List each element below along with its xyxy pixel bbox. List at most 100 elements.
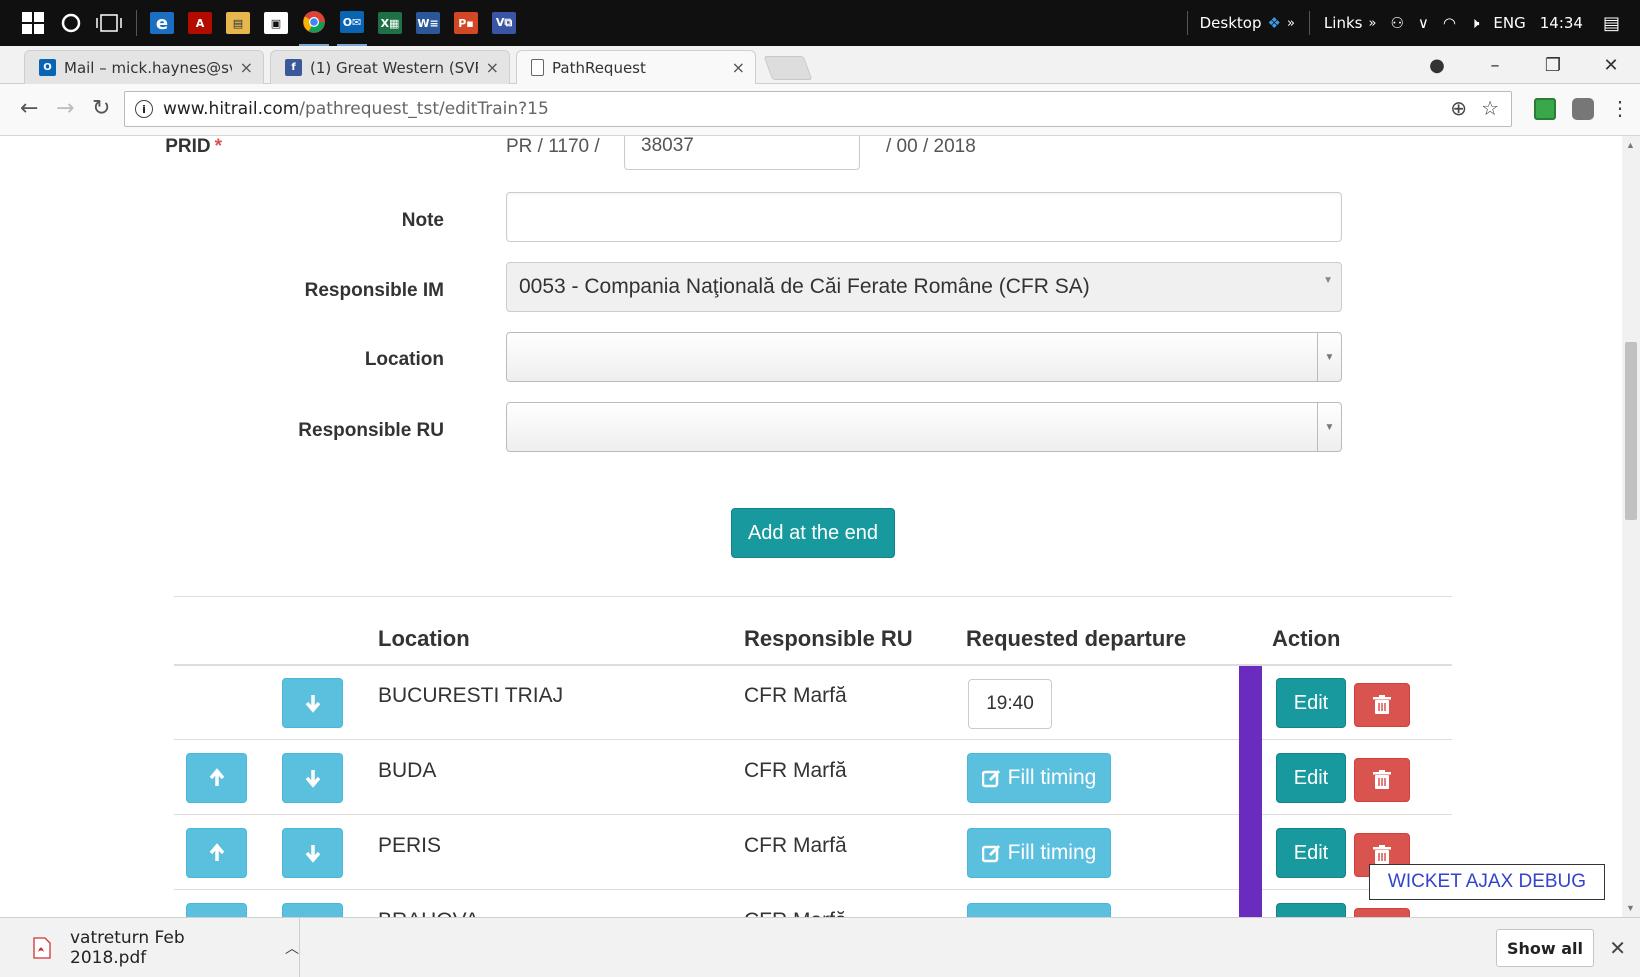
trash-icon	[1373, 845, 1391, 864]
note-input[interactable]	[506, 192, 1342, 242]
scrollbar-thumb[interactable]	[1625, 342, 1637, 520]
move-down-button[interactable]	[282, 678, 343, 728]
show-all-button[interactable]: Show all	[1496, 929, 1594, 967]
scroll-up-icon[interactable]: ▲	[1626, 140, 1635, 150]
wicket-ajax-debug-link[interactable]: WICKET AJAX DEBUG	[1369, 864, 1605, 900]
tab-pathrequest[interactable]: PathRequest ×	[516, 50, 756, 84]
file-explorer-icon[interactable]: ▤	[223, 0, 253, 46]
url-host: www.hitrail.com	[163, 99, 300, 119]
move-down-button[interactable]	[282, 753, 343, 803]
window-close-icon[interactable]: ✕	[1582, 55, 1640, 76]
forward-icon[interactable]: →	[56, 96, 74, 121]
edit-square-icon	[981, 844, 1000, 863]
task-view-icon[interactable]	[94, 0, 124, 46]
edit-button[interactable]: Edit	[1276, 753, 1346, 803]
edit-button[interactable]: Edit	[1276, 678, 1346, 728]
bookmark-star-icon[interactable]: ☆	[1481, 96, 1499, 120]
close-icon[interactable]: ×	[240, 58, 253, 77]
site-info-icon[interactable]: i	[135, 100, 153, 118]
row-marker	[1239, 816, 1262, 891]
fill-timing-button[interactable]: Fill timing	[967, 828, 1111, 878]
volume-muted-icon[interactable]: 🕨	[1470, 14, 1479, 32]
delete-button[interactable]	[1354, 683, 1410, 727]
edge-icon[interactable]: e	[147, 0, 177, 46]
move-up-button[interactable]	[186, 903, 247, 917]
departure-time-input[interactable]: 19:40	[968, 679, 1052, 729]
fill-timing-button[interactable]	[967, 903, 1111, 917]
outlook-icon[interactable]: O✉	[337, 0, 367, 46]
reload-icon[interactable]: ↻	[92, 96, 110, 121]
delete-button[interactable]	[1354, 758, 1410, 802]
extension-icon[interactable]	[1572, 97, 1594, 120]
delete-button[interactable]	[1354, 908, 1410, 917]
row-marker	[1239, 891, 1262, 917]
powerpoint-icon[interactable]: P▪	[451, 0, 481, 46]
prid-number-value: 38037	[641, 136, 694, 156]
store-icon[interactable]: ▣	[261, 0, 291, 46]
row-responsible-ru: CFR Marfă	[744, 759, 847, 782]
links-toolbar-label[interactable]: Links	[1324, 14, 1363, 32]
cortana-icon[interactable]	[56, 0, 86, 46]
add-at-end-button[interactable]: Add at the end	[731, 508, 895, 558]
tab-mail[interactable]: O Mail – mick.haynes@svrl ×	[24, 50, 264, 84]
edit-button[interactable]: Edit	[1276, 828, 1346, 878]
header-requested-departure: Requested departure	[966, 626, 1187, 651]
page-icon	[531, 59, 544, 76]
close-icon[interactable]: ✕	[1609, 936, 1626, 961]
clock[interactable]: 14:34	[1540, 14, 1583, 32]
close-icon[interactable]: ×	[732, 58, 745, 77]
prid-label: PRID *	[165, 136, 222, 157]
move-up-button[interactable]	[186, 753, 247, 803]
chevron-down-icon: ▼	[1323, 275, 1333, 286]
responsible-ru-select[interactable]: ▼	[506, 402, 1342, 452]
responsible-im-select[interactable]: 0053 - Compania Naţională de Căi Ferate …	[506, 262, 1342, 312]
toolbar-overflow-icon[interactable]: »	[1287, 16, 1295, 31]
acrobat-icon[interactable]: A	[185, 0, 215, 46]
chrome-icon[interactable]	[299, 0, 329, 46]
fill-timing-button[interactable]: Fill timing	[967, 753, 1111, 803]
edit-button[interactable]	[1276, 903, 1346, 917]
links-overflow-icon[interactable]: »	[1368, 16, 1376, 31]
visio-icon[interactable]: V⧉	[489, 0, 519, 46]
close-icon[interactable]: ×	[486, 58, 499, 77]
trash-icon	[1373, 770, 1391, 789]
profile-icon[interactable]: ●	[1408, 55, 1466, 76]
url-field[interactable]: i www.hitrail.com/pathrequest_tst/editTr…	[124, 91, 1512, 127]
prid-number-input[interactable]: 38037	[624, 136, 860, 170]
desktop-toolbar-label[interactable]: Desktop	[1200, 14, 1262, 32]
fill-timing-label: Fill timing	[1007, 841, 1097, 864]
new-tab-button[interactable]	[763, 56, 813, 80]
move-up-button[interactable]	[186, 828, 247, 878]
back-icon[interactable]: ←	[20, 96, 38, 121]
location-select[interactable]: ▼	[506, 332, 1342, 382]
scroll-down-icon[interactable]: ▼	[1626, 903, 1635, 913]
chevron-up-icon[interactable]: ︿	[285, 938, 299, 958]
address-bar: ← → ↻ i www.hitrail.com/pathrequest_tst/…	[0, 84, 1640, 136]
browser-tabstrip: O Mail – mick.haynes@svrl × f (1) Great …	[0, 46, 1640, 84]
restore-icon[interactable]: ❐	[1524, 55, 1582, 76]
move-down-button[interactable]	[282, 903, 343, 917]
windows-start-icon[interactable]	[18, 0, 48, 46]
word-icon[interactable]: W≡	[413, 0, 443, 46]
tab-label: Mail – mick.haynes@svrl	[64, 58, 232, 77]
table-row: PERIS CFR Marfă Fill timing Edit	[174, 816, 1452, 891]
action-center-icon[interactable]: ▤	[1603, 13, 1620, 34]
wifi-icon[interactable]: ◠	[1443, 14, 1456, 32]
move-down-button[interactable]	[282, 828, 343, 878]
tab-facebook[interactable]: f (1) Great Western (SVR) / ×	[270, 50, 510, 84]
minimize-icon[interactable]: –	[1466, 55, 1524, 76]
tab-label: PathRequest	[552, 58, 646, 77]
tray-chevron-icon[interactable]: ∨	[1418, 14, 1429, 32]
download-item[interactable]: vatreturn Feb 2018.pdf ︿	[0, 918, 300, 977]
language-indicator[interactable]: ENG	[1493, 14, 1525, 32]
page-scrollbar[interactable]: ▲ ▼	[1622, 136, 1640, 917]
departure-time-value: 19:40	[986, 693, 1034, 714]
people-icon[interactable]: ⚇	[1390, 14, 1403, 32]
prid-prefix: PR / 1170 /	[506, 136, 600, 157]
excel-icon[interactable]: X▦	[375, 0, 405, 46]
note-label: Note	[401, 210, 444, 231]
zoom-icon[interactable]: ⊕	[1450, 96, 1467, 120]
dropbox-icon[interactable]: ❖	[1268, 14, 1281, 32]
chrome-menu-icon[interactable]: ⋮	[1610, 96, 1630, 121]
extension-icon[interactable]	[1534, 97, 1556, 120]
